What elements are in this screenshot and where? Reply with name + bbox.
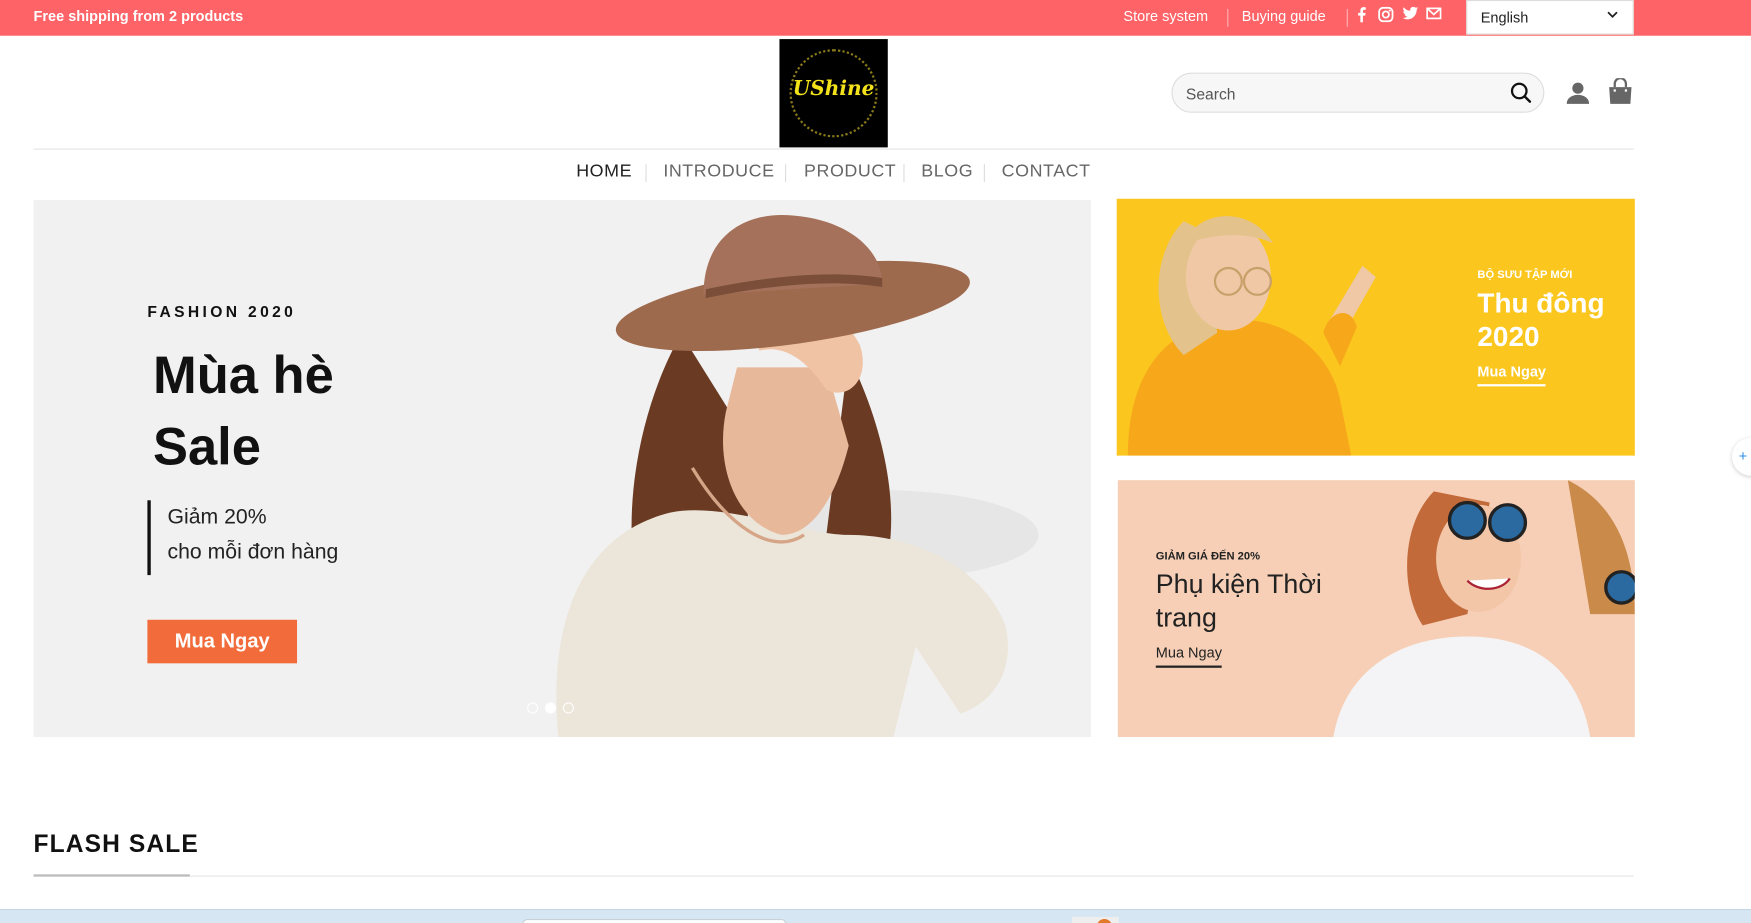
logo-text: UShine: [792, 77, 875, 101]
bottom-content-strip: [0, 908, 1751, 923]
banner-title: Phụ kiện Thời trang: [1155, 569, 1322, 634]
banner-buy-now-link[interactable]: Mua Ngay: [1477, 363, 1546, 387]
floating-assistant-icon[interactable]: +: [1732, 437, 1751, 476]
search-icon[interactable]: [1510, 82, 1532, 104]
nav-introduce[interactable]: INTRODUCE: [663, 162, 774, 182]
section-divider: [33, 875, 1634, 877]
banner-model-image: [1127, 216, 1376, 456]
tab-pill: [522, 919, 787, 923]
hero-title-line: Mùa hè: [152, 345, 334, 405]
slider-dot[interactable]: [562, 702, 574, 714]
mail-icon[interactable]: [1426, 7, 1442, 25]
section-underline: [33, 874, 190, 877]
shopping-bag-icon[interactable]: [1608, 77, 1633, 105]
free-shipping-text: Free shipping from 2 products: [33, 7, 244, 25]
facebook-icon[interactable]: [1353, 7, 1369, 25]
chevron-down-icon: [1606, 8, 1619, 25]
twitter-icon[interactable]: [1402, 6, 1419, 25]
nav-separator: [903, 164, 905, 183]
store-system-link[interactable]: Store system: [1123, 8, 1208, 25]
topbar-separator: [1346, 8, 1348, 27]
banner-model-image: [1333, 480, 1635, 738]
topbar-separator: [1227, 8, 1229, 27]
hero-title: Mùa hè Sale: [153, 339, 443, 482]
buying-guide-link[interactable]: Buying guide: [1242, 8, 1326, 25]
flash-sale-heading: FLASH SALE: [33, 829, 199, 858]
banner-title: Thu đông 2020: [1477, 288, 1605, 353]
hero-slider[interactable]: FASHION 2020 Mùa hè Sale Giảm 20% cho mỗ…: [33, 199, 1092, 738]
hero-model-image: [556, 214, 1039, 738]
main-nav: HOME INTRODUCE PRODUCT BLOG CONTACT: [0, 162, 1751, 184]
nav-separator: [645, 164, 647, 183]
site-logo[interactable]: UShine: [779, 39, 888, 148]
search-box[interactable]: [1171, 72, 1545, 113]
nav-home[interactable]: HOME: [576, 162, 632, 182]
header-divider: [33, 148, 1634, 150]
language-select[interactable]: English: [1466, 0, 1634, 35]
banner-buy-now-link[interactable]: Mua Ngay: [1155, 644, 1222, 668]
slider-dot[interactable]: [544, 702, 557, 714]
banner-kicker: GIẢM GIÁ ĐẾN 20%: [1155, 550, 1261, 563]
nav-separator: [785, 164, 787, 183]
top-bar: Free shipping from 2 products Store syst…: [0, 0, 1751, 36]
nav-separator: [983, 164, 985, 183]
hero-title-line: Sale: [152, 416, 261, 476]
hero-eyebrow: FASHION 2020: [147, 302, 297, 321]
search-input[interactable]: [1185, 82, 1499, 105]
slider-dots: [527, 699, 581, 714]
slider-dot[interactable]: [527, 702, 539, 714]
banner-kicker: BỘ SƯU TẬP MỚI: [1477, 269, 1573, 282]
nav-blog[interactable]: BLOG: [921, 162, 973, 182]
hero-quote-line: cho mỗi đơn hàng: [167, 540, 339, 564]
account-icon[interactable]: [1566, 80, 1591, 105]
nav-product[interactable]: PRODUCT: [804, 162, 896, 182]
instagram-icon[interactable]: [1378, 6, 1394, 25]
hero-buy-now-button[interactable]: Mua Ngay: [147, 619, 298, 664]
language-value: English: [1480, 8, 1529, 26]
banner-accessories[interactable]: GIẢM GIÁ ĐẾN 20% Phụ kiện Thời trang Mua…: [1117, 480, 1635, 738]
banner-autumn-winter[interactable]: BỘ SƯU TẬP MỚI Thu đông 2020 Mua Ngay: [1116, 198, 1635, 456]
hero-quote: Giảm 20% cho mỗi đơn hàng: [147, 500, 339, 576]
hero-quote-line: Giảm 20%: [167, 505, 267, 530]
nav-contact[interactable]: CONTACT: [1002, 162, 1091, 182]
bottom-thumb: [1072, 916, 1119, 923]
